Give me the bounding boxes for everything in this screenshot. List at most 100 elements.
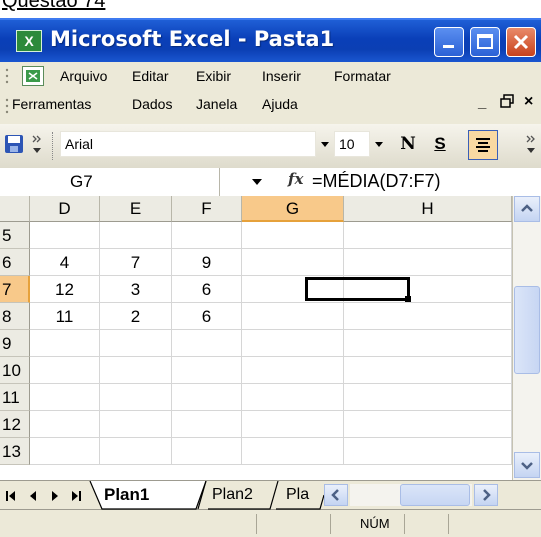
cell-g8[interactable]	[242, 303, 344, 330]
cell-h13[interactable]	[344, 438, 512, 465]
cell-g12[interactable]	[242, 411, 344, 438]
font-size-dropdown-button[interactable]	[372, 133, 386, 155]
menu-janela[interactable]: Janela	[196, 96, 237, 112]
hscroll-thumb[interactable]	[400, 484, 470, 506]
next-sheet-icon[interactable]	[52, 491, 58, 501]
row-header-12[interactable]: 12	[0, 411, 30, 438]
scroll-up-button[interactable]	[514, 196, 540, 222]
doc-close-button[interactable]: ×	[524, 93, 533, 111]
menu-inserir[interactable]: Inserir	[262, 68, 301, 84]
last-sheet-icon[interactable]	[72, 491, 81, 501]
menu-exibir[interactable]: Exibir	[196, 68, 231, 84]
sheet-tab-plan2[interactable]: Plan2	[212, 486, 253, 504]
toolbar-overflow-button[interactable]	[30, 132, 44, 158]
cell-f6[interactable]: 9	[172, 249, 242, 276]
cell-e8[interactable]: 2	[100, 303, 172, 330]
sheet-tab-plan3[interactable]: Pla	[286, 486, 309, 504]
menu-grip-icon[interactable]	[4, 66, 10, 120]
excel-app-icon[interactable]: X	[16, 30, 42, 52]
cell-e9[interactable]	[100, 330, 172, 357]
font-name-dropdown-button[interactable]	[318, 133, 332, 155]
cell-d8[interactable]: 11	[30, 303, 100, 330]
title-bar[interactable]: X Microsoft Excel - Pasta1	[0, 18, 541, 62]
scroll-down-button[interactable]	[514, 452, 540, 478]
cell-g5[interactable]	[242, 222, 344, 249]
row-header-9[interactable]: 9	[0, 330, 30, 357]
row-header-8[interactable]: 8	[0, 303, 30, 330]
cell-h8[interactable]	[344, 303, 512, 330]
toolbar-overflow-right-button[interactable]	[524, 132, 538, 158]
cell-d12[interactable]	[30, 411, 100, 438]
menu-ajuda[interactable]: Ajuda	[262, 96, 298, 112]
font-size-select[interactable]: 10	[334, 131, 370, 157]
cell-e7[interactable]: 3	[100, 276, 172, 303]
minimize-button[interactable]	[434, 27, 464, 57]
cell-h6[interactable]	[344, 249, 512, 276]
fill-handle[interactable]	[405, 296, 411, 302]
save-button[interactable]	[4, 133, 24, 155]
cell-d13[interactable]	[30, 438, 100, 465]
column-header-f[interactable]: F	[172, 196, 242, 222]
cell-d11[interactable]	[30, 384, 100, 411]
sheet-tab-plan1[interactable]: Plan1	[104, 485, 149, 505]
menu-editar[interactable]: Editar	[132, 68, 169, 84]
column-header-e[interactable]: E	[100, 196, 172, 222]
cell-f9[interactable]	[172, 330, 242, 357]
horizontal-scrollbar[interactable]	[350, 484, 472, 506]
column-header-h[interactable]: H	[344, 196, 512, 222]
menu-dados[interactable]: Dados	[132, 96, 172, 112]
cell-g10[interactable]	[242, 357, 344, 384]
cell-g11[interactable]	[242, 384, 344, 411]
cell-e5[interactable]	[100, 222, 172, 249]
cell-e10[interactable]	[100, 357, 172, 384]
align-center-button[interactable]	[468, 130, 498, 160]
name-box[interactable]: G7	[0, 168, 220, 196]
cell-f10[interactable]	[172, 357, 242, 384]
row-header-11[interactable]: 11	[0, 384, 30, 411]
cell-d6[interactable]: 4	[30, 249, 100, 276]
cell-d9[interactable]	[30, 330, 100, 357]
row-header-6[interactable]: 6	[0, 249, 30, 276]
cell-h12[interactable]	[344, 411, 512, 438]
cell-f12[interactable]	[172, 411, 242, 438]
cell-d7[interactable]: 12	[30, 276, 100, 303]
cell-f8[interactable]: 6	[172, 303, 242, 330]
bold-button[interactable]: N	[398, 133, 418, 155]
menu-ferramentas[interactable]: Ferramentas	[12, 96, 91, 112]
formula-input[interactable]: =MÉDIA(D7:F7)	[312, 171, 441, 192]
column-header-d[interactable]: D	[30, 196, 100, 222]
cell-h5[interactable]	[344, 222, 512, 249]
cell-e11[interactable]	[100, 384, 172, 411]
column-header-g[interactable]: G	[242, 196, 344, 222]
prev-sheet-icon[interactable]	[30, 491, 36, 501]
cell-g13[interactable]	[242, 438, 344, 465]
maximize-button[interactable]	[470, 27, 500, 57]
cell-e6[interactable]: 7	[100, 249, 172, 276]
document-icon[interactable]	[22, 66, 44, 86]
insert-function-button[interactable]: fx	[288, 170, 303, 188]
row-header-5[interactable]: 5	[0, 222, 30, 249]
close-button[interactable]	[506, 27, 536, 57]
doc-restore-button[interactable]	[500, 94, 514, 112]
hscroll-left-button[interactable]	[324, 484, 348, 506]
row-header-7[interactable]: 7	[0, 276, 30, 303]
cell-f5[interactable]	[172, 222, 242, 249]
vertical-scrollbar[interactable]	[512, 196, 541, 480]
cell-d10[interactable]	[30, 357, 100, 384]
scroll-thumb[interactable]	[514, 286, 540, 374]
row-header-13[interactable]: 13	[0, 438, 30, 465]
row-header-10[interactable]: 10	[0, 357, 30, 384]
cell-g6[interactable]	[242, 249, 344, 276]
cell-f7[interactable]: 6	[172, 276, 242, 303]
underline-button[interactable]: S	[430, 133, 450, 155]
cell-g9[interactable]	[242, 330, 344, 357]
first-sheet-icon[interactable]	[6, 491, 15, 501]
select-all-corner[interactable]	[0, 196, 30, 222]
cell-f11[interactable]	[172, 384, 242, 411]
active-cell-g7[interactable]	[305, 277, 410, 301]
cell-e12[interactable]	[100, 411, 172, 438]
cell-h10[interactable]	[344, 357, 512, 384]
menu-arquivo[interactable]: Arquivo	[60, 68, 107, 84]
hscroll-right-button[interactable]	[474, 484, 498, 506]
name-box-dropdown-button[interactable]	[222, 171, 282, 193]
